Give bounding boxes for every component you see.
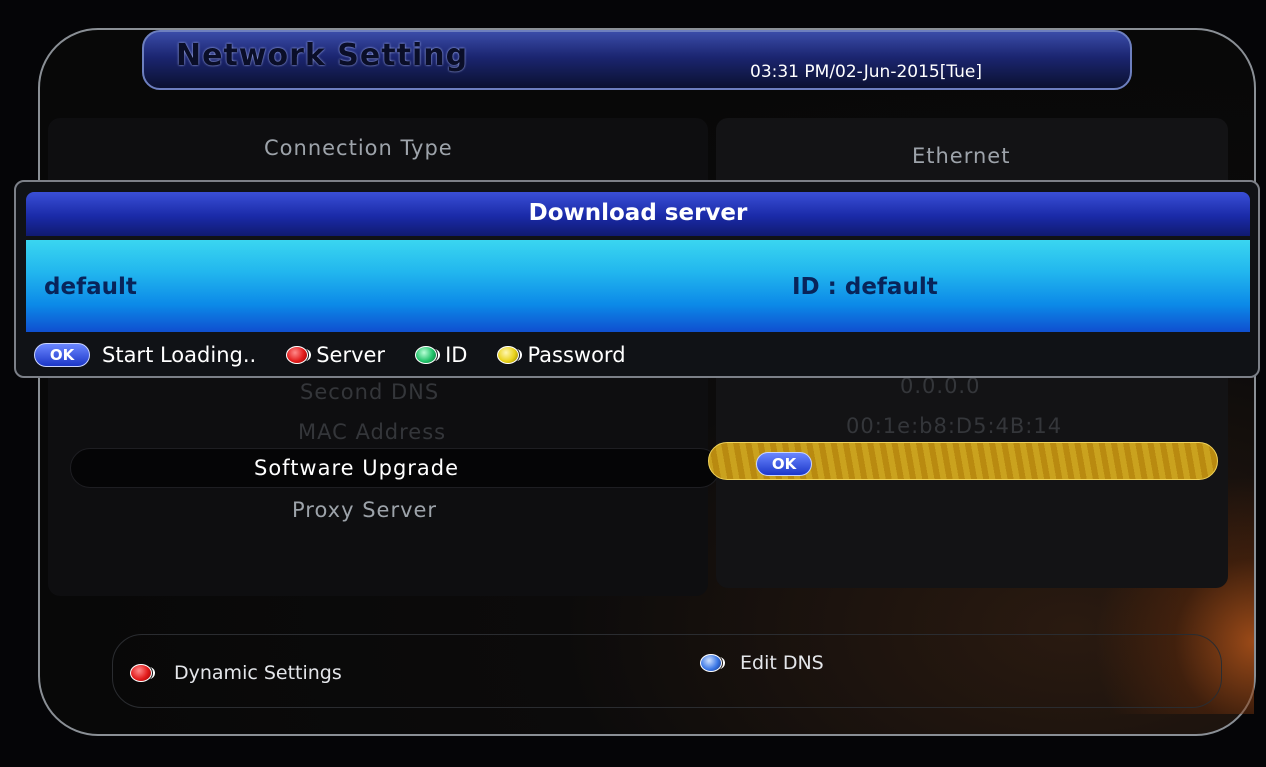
hint-id-label: ID [445,343,468,367]
red-key-icon [286,346,312,364]
dialog-title: Download server [528,200,748,226]
hint-start-loading-label: Start Loading.. [102,343,257,367]
hint-id[interactable]: ID [415,343,467,367]
footer-edit-dns-label: Edit DNS [740,652,824,674]
server-name: default [44,274,137,300]
second-dns-label: Second DNS [300,380,440,404]
page-title: Network Setting [176,38,469,73]
mac-address-value: 00:1e:b8:D5:4B:14 [846,414,1063,438]
server-list-row[interactable]: default ID : default [26,240,1250,332]
download-server-dialog: Download server default ID : default OK … [14,180,1260,378]
hint-password-label: Password [527,343,626,367]
footer-dynamic-settings-label: Dynamic Settings [174,662,342,684]
connection-type-value[interactable]: Ethernet [912,144,1010,168]
datetime: 03:31 PM/02-Jun-2015[Tue] [750,62,983,82]
dialog-key-hints: OK Start Loading.. Server ID Password [34,340,656,370]
red-key-icon [130,664,155,682]
software-upgrade-label: Software Upgrade [254,456,460,480]
footer-edit-dns[interactable]: Edit DNS [700,652,824,674]
proxy-server-label[interactable]: Proxy Server [292,498,437,522]
ok-key-icon: OK [34,343,90,367]
green-key-icon [415,346,441,364]
yellow-key-icon [497,346,523,364]
mac-address-label: MAC Address [298,420,447,444]
connection-type-label: Connection Type [264,136,453,160]
hint-server[interactable]: Server [286,343,385,367]
footer-dynamic-settings[interactable]: Dynamic Settings [130,662,342,684]
server-id: ID : default [792,274,938,300]
blue-key-icon [700,654,725,672]
hint-server-label: Server [316,343,386,367]
hint-start-loading[interactable]: OK Start Loading.. [34,343,256,367]
software-upgrade-ok-button[interactable]: OK [756,452,812,476]
hint-password[interactable]: Password [497,343,626,367]
dialog-header: Download server [26,192,1250,236]
